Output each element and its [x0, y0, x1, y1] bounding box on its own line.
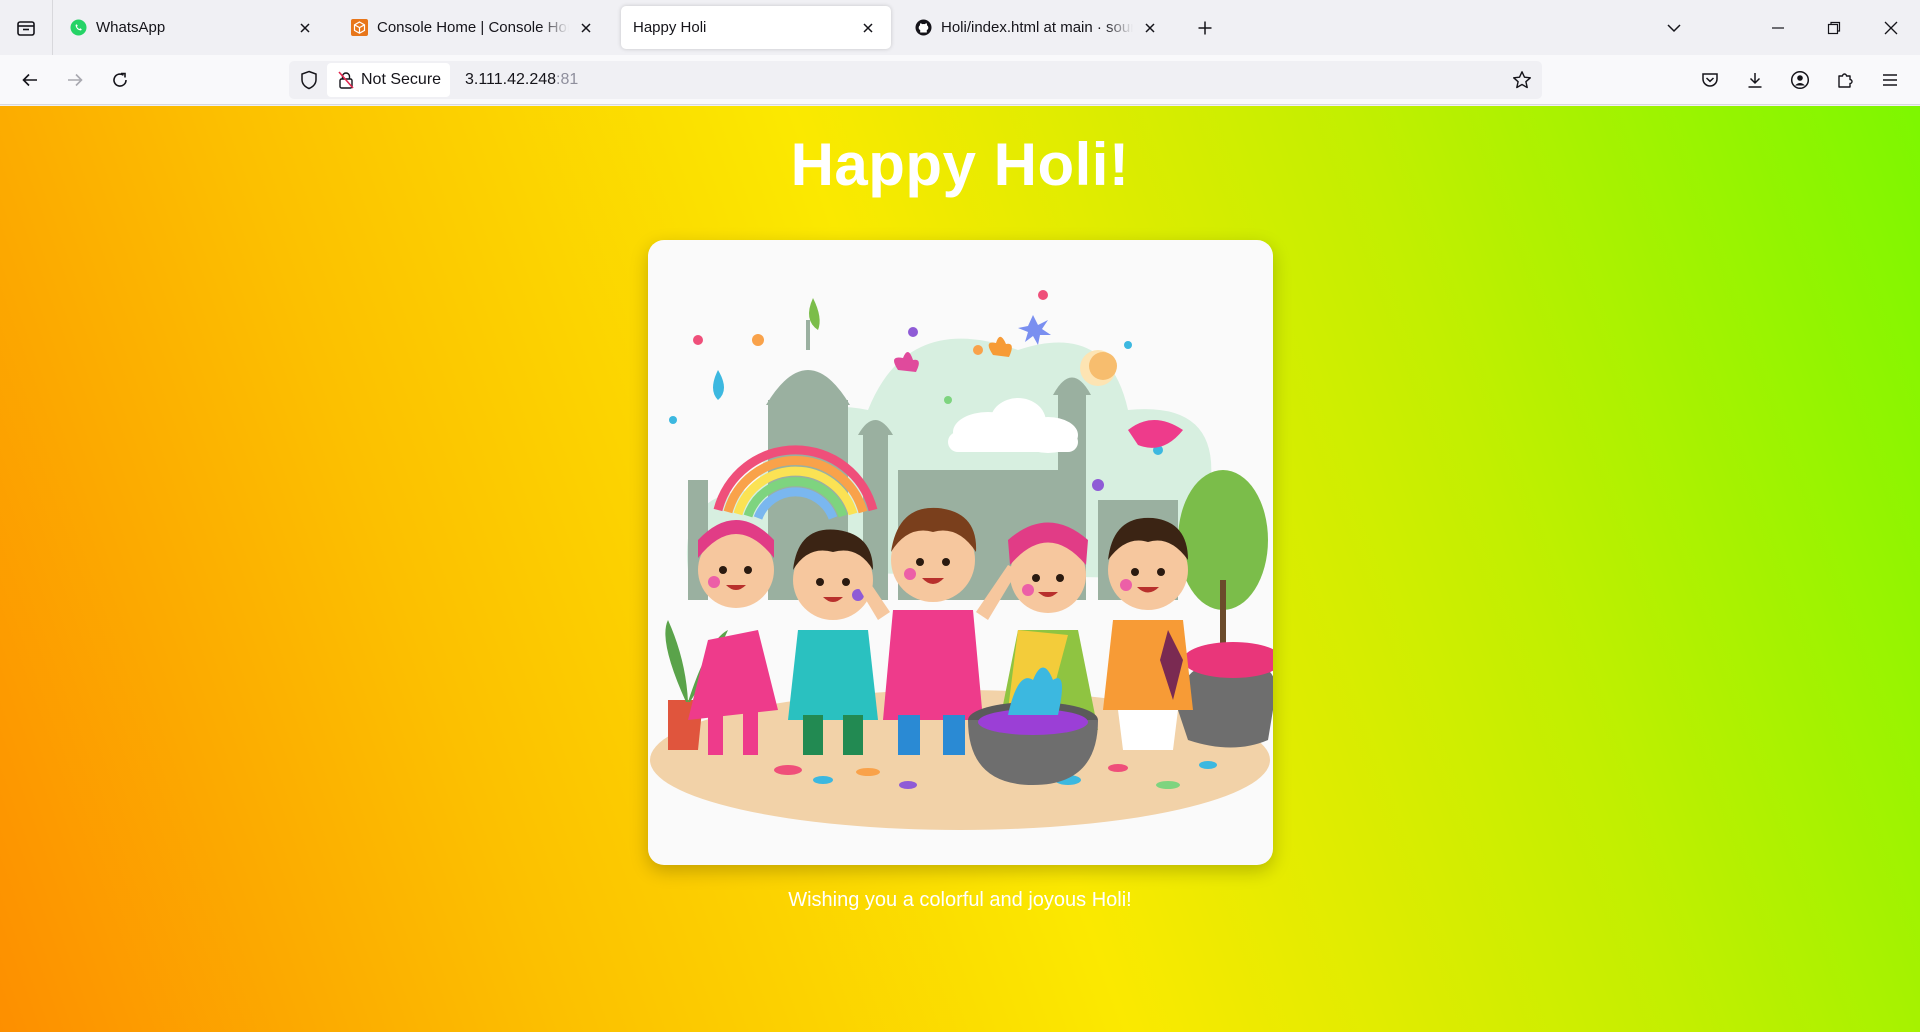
aws-console-icon: [351, 19, 368, 36]
pocket-icon: [1702, 73, 1718, 87]
puzzle-icon: [1838, 73, 1853, 88]
minimize-icon: [1772, 26, 1784, 29]
tab-happy-holi[interactable]: Happy Holi: [621, 6, 891, 49]
close-window-button[interactable]: [1868, 0, 1914, 55]
plus-icon: [1198, 21, 1212, 35]
downloads-button[interactable]: [1739, 64, 1771, 96]
bookmark-star-icon[interactable]: [1510, 68, 1534, 92]
tab-list-button[interactable]: [0, 0, 53, 55]
close-tab-icon[interactable]: [857, 17, 879, 39]
tracking-protection-shield-icon[interactable]: [297, 68, 321, 92]
new-tab-button[interactable]: [1190, 13, 1220, 43]
list-all-tabs-button[interactable]: [1651, 0, 1697, 55]
back-button[interactable]: [14, 64, 46, 96]
tab-strip: WhatsApp Console Home | Console Home Hap…: [0, 0, 1920, 55]
greeting-caption: Wishing you a colorful and joyous Holi!: [788, 889, 1132, 911]
reload-button[interactable]: [104, 64, 136, 96]
close-icon: [1884, 21, 1898, 34]
tab-console-home[interactable]: Console Home | Console Home: [339, 6, 609, 49]
forward-button[interactable]: [59, 64, 91, 96]
close-tab-icon[interactable]: [1139, 17, 1161, 39]
reload-icon: [113, 72, 127, 87]
tab-title: WhatsApp: [96, 19, 166, 36]
page-content: Happy Holi! Wishing you a colorful and j…: [0, 106, 1920, 1032]
whatsapp-icon: [70, 19, 87, 36]
holi-illustration: [648, 240, 1273, 865]
site-security-indicator[interactable]: Not Secure: [327, 63, 451, 97]
address-bar[interactable]: Not Secure 3.111.42.248:81: [289, 61, 1542, 99]
close-tab-icon[interactable]: [294, 17, 316, 39]
app-menu-button[interactable]: [1874, 64, 1906, 96]
github-icon: [915, 19, 932, 36]
tab-title: Happy Holi: [633, 19, 707, 36]
tab-whatsapp[interactable]: WhatsApp: [58, 6, 328, 49]
minimize-button[interactable]: [1755, 0, 1801, 55]
download-icon: [1748, 73, 1762, 88]
extensions-button[interactable]: [1829, 64, 1861, 96]
holi-illustration-graphic: [650, 290, 1273, 830]
tab-title: Console Home | Console Home: [377, 19, 569, 36]
pocket-button[interactable]: [1694, 64, 1726, 96]
arrow-right-icon: [68, 73, 83, 87]
insecure-lock-icon: [337, 71, 355, 89]
tab-title: Holi/index.html at main · sourav: [941, 19, 1133, 36]
tab-overview-icon: [17, 20, 35, 36]
restore-icon: [1827, 21, 1841, 34]
navigation-toolbar: Not Secure 3.111.42.248:81: [0, 55, 1920, 105]
security-label: Not Secure: [361, 71, 442, 88]
tab-github[interactable]: Holi/index.html at main · sourav: [903, 6, 1173, 49]
account-button[interactable]: [1784, 64, 1816, 96]
chevron-down-icon: [1667, 23, 1681, 32]
restore-button[interactable]: [1811, 0, 1857, 55]
page-heading: Happy Holi!: [790, 131, 1130, 198]
url-host: 3.111.42.248: [465, 71, 557, 88]
arrow-left-icon: [22, 73, 37, 87]
account-icon: [1790, 70, 1810, 90]
hamburger-menu-icon: [1883, 74, 1897, 86]
close-tab-icon[interactable]: [575, 17, 597, 39]
url-port: :81: [556, 71, 579, 88]
url-text[interactable]: 3.111.42.248:81: [465, 71, 578, 89]
